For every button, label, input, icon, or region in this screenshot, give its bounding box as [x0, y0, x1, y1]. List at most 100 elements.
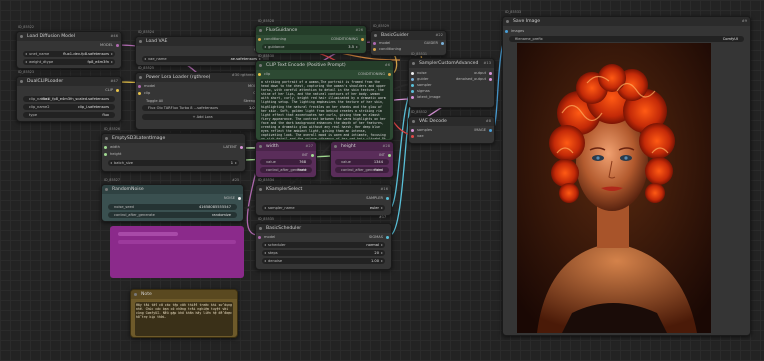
- input-socket[interactable]: [138, 85, 141, 88]
- add-lora-button[interactable]: + Add Lora: [142, 114, 263, 120]
- node-header[interactable]: SamplerCustomAdvanced #13: [409, 59, 494, 68]
- input-socket[interactable]: [411, 78, 414, 81]
- node-dual-clip-loader[interactable]: DualCLIPLoader #47 CLIP clip_name1 t5xxl_f…: [16, 76, 122, 122]
- node-header[interactable]: width #27: [256, 142, 316, 151]
- node-header[interactable]: BasicGuider #22: [371, 31, 446, 40]
- input-model[interactable]: model: [144, 84, 155, 88]
- node-header[interactable]: EmptySD3LatentImage: [102, 134, 245, 143]
- node-header[interactable]: DualCLIPLoader #47: [17, 77, 121, 86]
- widget-clip-name1[interactable]: clip_name1 t5xxl_fp8_e4m3fn_scaled.safete…: [23, 96, 115, 102]
- node-ksampler-select[interactable]: KSamplerSelect #16 SAMPLER ◂ sampler_name e…: [255, 184, 392, 216]
- output-socket[interactable]: [489, 72, 492, 75]
- input-clip[interactable]: clip: [144, 91, 150, 95]
- input-socket[interactable]: [411, 84, 414, 87]
- node-basic-scheduler[interactable]: BasicScheduler model SIGMAS ◂ scheduler no…: [255, 223, 392, 270]
- node-header[interactable]: height #28: [331, 142, 393, 151]
- output-socket[interactable]: [238, 197, 241, 200]
- input-sigmas[interactable]: sigmas: [417, 89, 430, 93]
- note-textarea[interactable]: Hãy tải tất cả các tệp cần thiết trước k…: [135, 302, 233, 336]
- input-socket[interactable]: [258, 38, 261, 41]
- node-header[interactable]: FluxGuidance #26: [256, 26, 366, 35]
- node-flux-guidance[interactable]: FluxGuidance #26 conditioning CONDITIONIN…: [255, 25, 367, 54]
- output-socket[interactable]: [116, 89, 119, 92]
- output-socket[interactable]: [240, 146, 243, 149]
- node-empty-latent-image[interactable]: EmptySD3LatentImage width height LATENT …: [101, 133, 246, 172]
- widget-value[interactable]: value 1344: [335, 159, 389, 165]
- node-load-vae[interactable]: Load VAE#10 VAE ◂vae_nameae.safetensors▸: [135, 36, 270, 66]
- node-header[interactable]: BasicScheduler: [256, 224, 391, 233]
- input-sampler[interactable]: sampler: [417, 83, 432, 87]
- output-socket[interactable]: [489, 129, 492, 132]
- output-image[interactable]: IMAGE: [474, 128, 486, 132]
- output-sigmas[interactable]: SIGMAS: [369, 235, 383, 239]
- node-header[interactable]: CLIP Text Encode (Positive Prompt) #6: [256, 61, 393, 70]
- widget-noise-seed[interactable]: noise_seed 41658085555547: [108, 204, 237, 210]
- node-header[interactable]: Load Diffusion Model #46: [17, 32, 121, 41]
- toggle-all-label[interactable]: Toggle All: [146, 99, 163, 103]
- node-width[interactable]: width #27 INT value 768 control_after_gene…: [255, 141, 317, 178]
- output-clip[interactable]: CLIP: [105, 88, 113, 92]
- node-header[interactable]: Load VAE#10: [136, 37, 269, 46]
- output-socket[interactable]: [441, 42, 444, 45]
- widget-sampler-name[interactable]: ◂ sampler_name euler ▸: [262, 205, 385, 211]
- input-socket[interactable]: [373, 42, 376, 45]
- input-socket[interactable]: [411, 72, 414, 75]
- output-socket[interactable]: [361, 38, 364, 41]
- output-socket[interactable]: [388, 73, 391, 76]
- input-socket[interactable]: [373, 48, 376, 51]
- widget-control-after-generate[interactable]: control_after_generate fixed: [260, 167, 312, 173]
- widget-lora-row[interactable]: Flux Olo TARFlux Turbo 8 ...safetensors 1…: [142, 105, 263, 111]
- input-latent-image[interactable]: latent_image: [417, 95, 441, 99]
- input-guider[interactable]: guider: [417, 77, 429, 81]
- input-socket[interactable]: [104, 146, 107, 149]
- input-conditioning[interactable]: conditioning: [264, 37, 286, 41]
- node-header[interactable]: Save Image #9: [503, 17, 750, 26]
- prompt-textarea[interactable]: a striking portrait of a woman,The portr…: [260, 79, 390, 139]
- input-socket[interactable]: [138, 92, 141, 95]
- input-socket[interactable]: [258, 73, 261, 76]
- node-power-lora-loader[interactable]: Power Lora Loader (rgthree) MODEL CLIP m…: [135, 72, 270, 130]
- output-model[interactable]: MODEL: [100, 43, 113, 47]
- widget-control-after-generate[interactable]: control_after_generate fixed: [335, 167, 389, 173]
- input-model[interactable]: model: [379, 41, 390, 45]
- input-vae[interactable]: vae: [417, 134, 424, 138]
- output-output[interactable]: output: [474, 71, 486, 75]
- widget-unet-name[interactable]: ◂ unet_name flux1-dev-fp8.safetensors ▸: [23, 51, 115, 57]
- output-socket[interactable]: [489, 78, 492, 81]
- input-socket[interactable]: [411, 96, 414, 99]
- output-int[interactable]: INT: [302, 153, 308, 157]
- generated-image-preview[interactable]: [517, 43, 711, 333]
- output-guider[interactable]: GUIDER: [424, 41, 438, 45]
- widget-weight-dtype[interactable]: ◂ weight_dtype fp8_e4m3fn ▸: [23, 59, 115, 65]
- input-images[interactable]: images: [511, 29, 524, 33]
- input-noise[interactable]: noise: [417, 71, 427, 75]
- output-conditioning[interactable]: CONDITIONING: [331, 37, 358, 41]
- input-clip[interactable]: clip: [264, 72, 270, 76]
- node-note[interactable]: Note Hãy tải tất cả các tệp cần thiết tr…: [130, 289, 238, 338]
- widget-denoise[interactable]: ◂ denoise 1.00 ▸: [262, 258, 385, 264]
- node-random-noise[interactable]: RandomNoise NOISE noise_seed 416580855555…: [101, 184, 244, 222]
- node-basic-guider[interactable]: BasicGuider #22 model conditioning GUIDER: [370, 30, 447, 56]
- widget-control-after-generate[interactable]: control_after_generate randomize: [108, 212, 237, 218]
- widget-steps[interactable]: ◂ steps 20 ▸: [262, 250, 385, 256]
- output-denoised[interactable]: denoised_output: [456, 77, 486, 81]
- widget-clip-name2[interactable]: clip_name2 clip_l.safetensors: [23, 104, 115, 110]
- magenta-group[interactable]: [110, 226, 244, 278]
- output-latent[interactable]: LATENT: [223, 145, 237, 149]
- output-noise[interactable]: NOISE: [224, 196, 235, 200]
- output-int[interactable]: INT: [379, 153, 385, 157]
- input-width[interactable]: width: [110, 145, 120, 149]
- input-samples[interactable]: samples: [417, 128, 432, 132]
- input-socket[interactable]: [258, 236, 261, 239]
- output-socket[interactable]: [386, 236, 389, 239]
- output-sampler[interactable]: SAMPLER: [366, 196, 383, 200]
- workflow-canvas[interactable]: ID_85522 Load Diffusion Model #46 MODEL ◂…: [0, 0, 764, 361]
- input-socket[interactable]: [411, 135, 414, 138]
- node-height[interactable]: height #28 INT value 1344 control_after_ge…: [330, 141, 394, 178]
- widget-guidance[interactable]: ◂ guidance 3.5 ▸: [262, 44, 360, 50]
- input-conditioning[interactable]: conditioning: [379, 47, 401, 51]
- node-load-diffusion-model[interactable]: Load Diffusion Model #46 MODEL ◂ unet_name…: [16, 31, 122, 69]
- input-socket[interactable]: [104, 153, 107, 156]
- node-header[interactable]: VAE Decode #8: [409, 117, 494, 126]
- node-header[interactable]: RandomNoise: [102, 185, 243, 194]
